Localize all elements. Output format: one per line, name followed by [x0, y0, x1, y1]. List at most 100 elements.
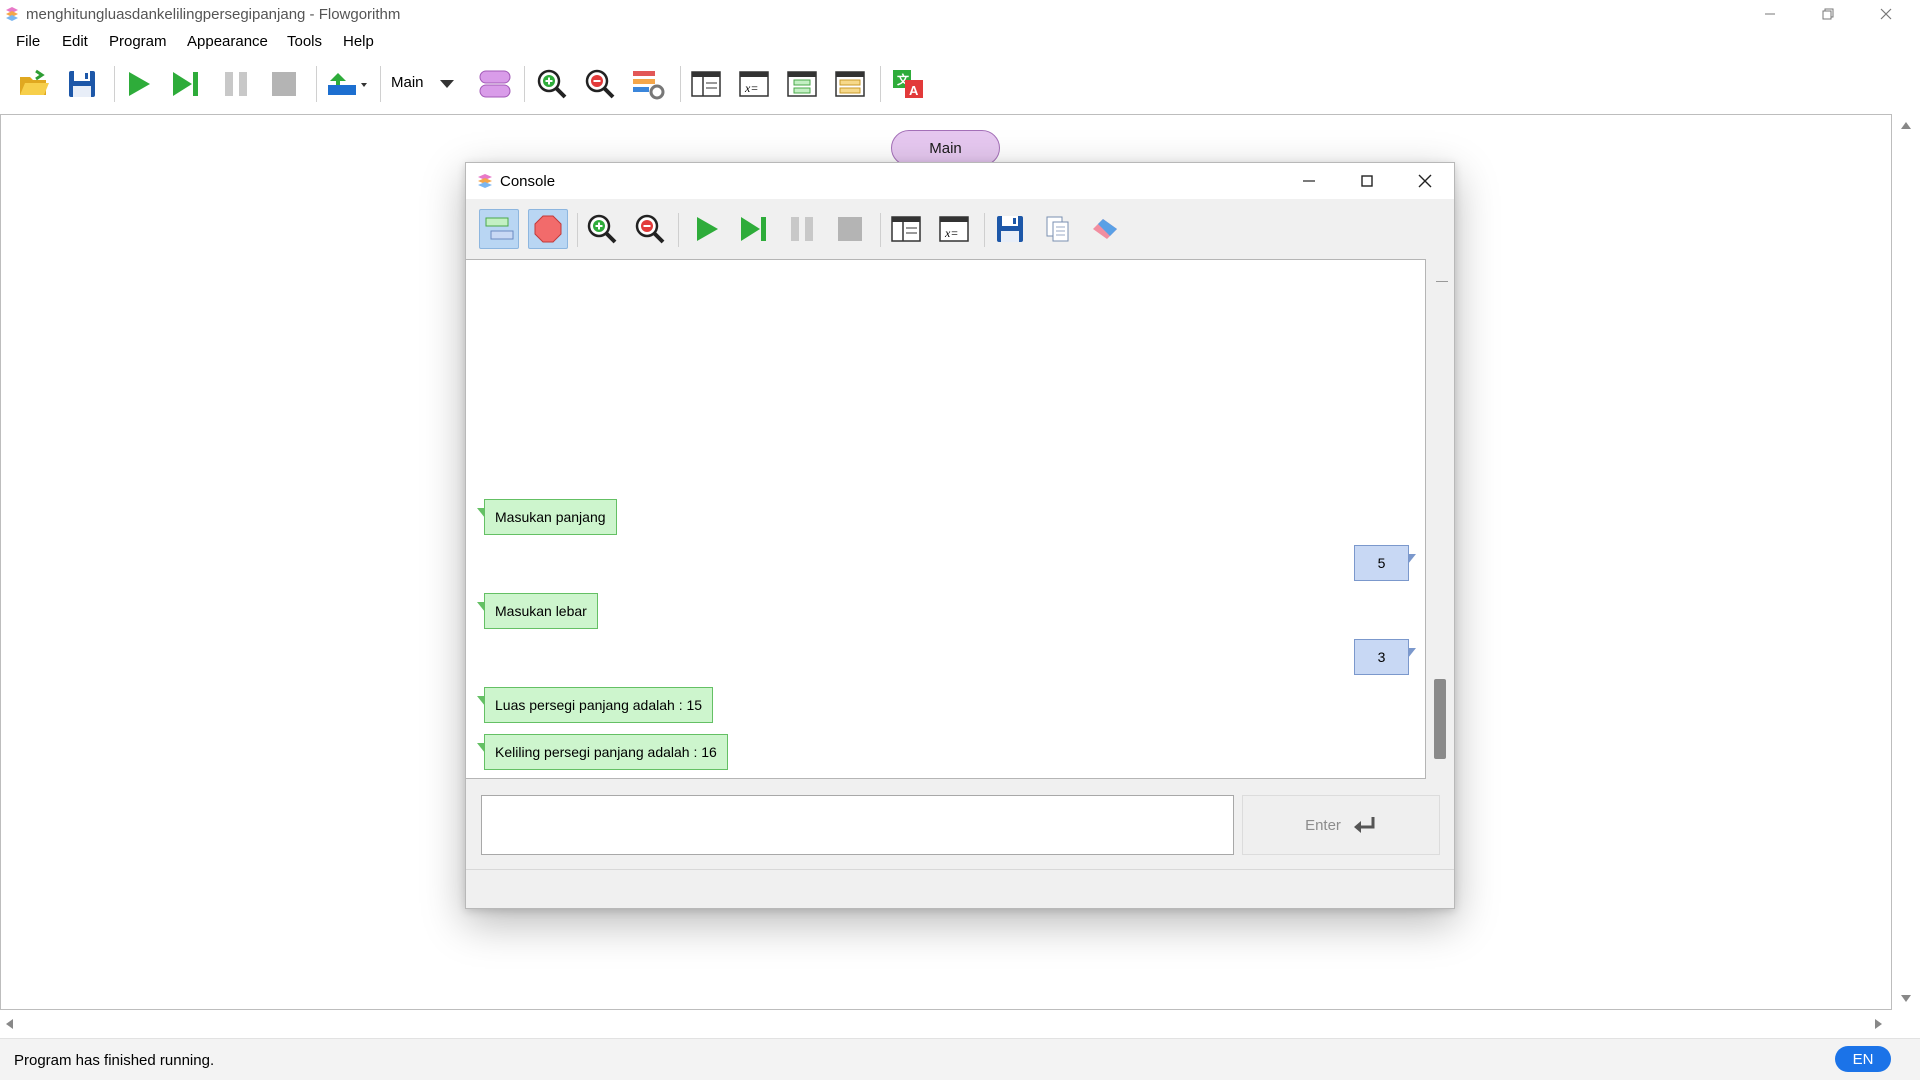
console-zoom-in-button[interactable]: [582, 209, 622, 249]
chat-bubbles-icon: [485, 217, 514, 240]
flowchart-window-icon: [787, 71, 817, 97]
copy-icon: [1046, 216, 1069, 242]
scroll-down-icon[interactable]: [1900, 994, 1912, 1004]
canvas-vertical-scrollbar[interactable]: [1892, 114, 1920, 1010]
window-title: menghitungluasdankelilingpersegipanjang …: [26, 6, 401, 23]
console-stop-button[interactable]: [830, 209, 870, 249]
console-logo-icon: [476, 173, 494, 189]
console-scrollbar-thumb[interactable]: [1434, 679, 1446, 759]
menu-appearance[interactable]: Appearance: [187, 33, 268, 50]
restore-icon: [1822, 8, 1834, 20]
menu-program[interactable]: Program: [109, 33, 167, 50]
zoom-out-icon: [585, 69, 615, 99]
console-window: Console x= Masukan panjang 5 Masukan leb…: [465, 162, 1455, 909]
console-chat-view-button[interactable]: [479, 209, 519, 249]
variable-watch-icon: x=: [739, 71, 769, 97]
close-button[interactable]: [1857, 0, 1915, 28]
stop-button[interactable]: [264, 64, 304, 104]
scrollbar-track-mark: [1436, 281, 1448, 282]
output-bubble: Masukan panjang: [477, 499, 617, 535]
console-zoom-out-button[interactable]: [630, 209, 670, 249]
run-button[interactable]: [118, 64, 158, 104]
scroll-up-icon[interactable]: [1900, 120, 1912, 130]
toolbar-separator: [880, 66, 881, 102]
function-manager-button[interactable]: [475, 64, 515, 104]
toolbar-separator: [316, 66, 317, 102]
stop-icon: [838, 217, 862, 241]
translate-button[interactable]: 文A: [888, 64, 928, 104]
console-pause-button[interactable]: [782, 209, 822, 249]
menu-file[interactable]: File: [16, 33, 40, 50]
console-input-field[interactable]: [481, 795, 1234, 855]
stop-sign-icon: [534, 215, 562, 243]
chart-window-button[interactable]: [782, 64, 822, 104]
step-icon: [741, 217, 766, 241]
status-bar: [0, 1038, 1920, 1080]
pause-button[interactable]: [216, 64, 256, 104]
minimize-icon: [1303, 180, 1315, 182]
console-minimize-button[interactable]: [1280, 163, 1338, 199]
save-disk-icon: [69, 71, 95, 97]
close-icon: [1418, 174, 1432, 188]
restore-button[interactable]: [1799, 0, 1857, 28]
translate-icon: 文A: [893, 70, 923, 98]
properties-window-button[interactable]: [830, 64, 870, 104]
console-step-button[interactable]: [734, 209, 774, 249]
language-badge[interactable]: EN: [1835, 1046, 1891, 1072]
layout-gear-icon: [633, 71, 665, 100]
layout-settings-button[interactable]: [628, 64, 668, 104]
pause-icon: [791, 217, 813, 241]
input-bubble: 3: [1354, 639, 1416, 675]
console-save-button[interactable]: [990, 209, 1030, 249]
maximize-icon: [1361, 175, 1373, 187]
console-close-button[interactable]: [1396, 163, 1454, 199]
enter-return-icon: [1353, 817, 1375, 833]
svg-text:x=: x=: [944, 226, 958, 240]
stop-icon: [272, 72, 296, 96]
toolbar-separator: [880, 213, 881, 247]
svg-text:x=: x=: [744, 81, 758, 95]
scroll-right-icon[interactable]: [1874, 1018, 1884, 1030]
console-maximize-button[interactable]: [1338, 163, 1396, 199]
close-icon: [1880, 8, 1892, 20]
console-source-window-button[interactable]: [886, 209, 926, 249]
function-selector[interactable]: Main: [391, 74, 424, 91]
split-panel-icon: [691, 71, 721, 97]
zoom-in-icon: [537, 69, 567, 99]
variable-watch-button[interactable]: x=: [734, 64, 774, 104]
zoom-out-icon: [635, 214, 665, 244]
minimize-button[interactable]: [1741, 0, 1799, 28]
run-speed-button[interactable]: [322, 64, 374, 104]
variable-watch-icon: x=: [939, 216, 969, 242]
chevron-down-icon: [440, 80, 454, 88]
eraser-icon: [1093, 219, 1117, 239]
source-code-window-button[interactable]: [686, 64, 726, 104]
toolbar-separator: [577, 213, 578, 247]
menu-edit[interactable]: Edit: [62, 33, 88, 50]
zoom-out-button[interactable]: [580, 64, 620, 104]
minimize-icon: [1765, 13, 1775, 15]
function-dropdown-button[interactable]: [427, 64, 467, 104]
menu-tools[interactable]: Tools: [287, 33, 322, 50]
menu-help[interactable]: Help: [343, 33, 374, 50]
canvas-horizontal-scrollbar[interactable]: [0, 1010, 1892, 1038]
step-button[interactable]: [166, 64, 206, 104]
pause-icon: [225, 72, 247, 96]
console-run-button[interactable]: [686, 209, 726, 249]
zoom-in-button[interactable]: [532, 64, 572, 104]
step-icon: [173, 72, 198, 96]
console-clear-button[interactable]: [1086, 209, 1126, 249]
open-button[interactable]: [14, 64, 54, 104]
save-button[interactable]: [62, 64, 102, 104]
main-start-terminal[interactable]: Main: [891, 130, 1000, 166]
scroll-left-icon[interactable]: [4, 1018, 14, 1030]
input-bubble: 5: [1354, 545, 1416, 581]
console-variable-watch-button[interactable]: x=: [934, 209, 974, 249]
toolbar-separator: [524, 66, 525, 102]
split-panel-icon: [891, 216, 921, 242]
output-bubble: Masukan lebar: [477, 593, 598, 629]
console-copy-button[interactable]: [1038, 209, 1078, 249]
enter-button[interactable]: Enter: [1242, 795, 1440, 855]
toolbar-separator: [678, 213, 679, 247]
console-stop-on-error-button[interactable]: [528, 209, 568, 249]
